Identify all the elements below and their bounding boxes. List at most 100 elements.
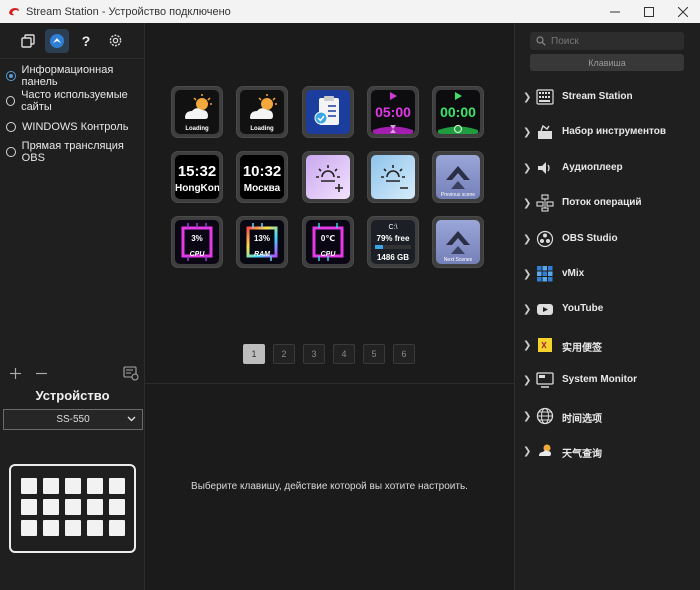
profile-item-sites[interactable]: Часто используемые сайты — [0, 89, 145, 115]
plugin-stream-station[interactable]: ❯ Stream Station — [515, 80, 700, 115]
key-caption: Loading — [185, 126, 209, 132]
plugin-audio-player[interactable]: ❯ Аудиоплеер — [515, 151, 700, 186]
chevron-right-icon: ❯ — [523, 92, 532, 103]
device-key[interactable] — [65, 478, 81, 494]
profile-settings-button[interactable] — [120, 361, 142, 385]
device-preview — [9, 464, 136, 553]
device-key[interactable] — [87, 478, 103, 494]
disk-usage-fill — [375, 245, 383, 249]
weather-icon — [539, 444, 551, 456]
key-caption: Loading — [250, 126, 274, 132]
plugin-label: 天气查询 — [562, 448, 602, 460]
device-title: Устройство — [35, 388, 110, 403]
title-bar: Stream Station - Устройство подключено — [0, 0, 700, 23]
device-key[interactable] — [43, 520, 59, 536]
device-key[interactable] — [109, 520, 125, 536]
plugin-label: Поток операций — [562, 197, 642, 209]
minimize-button[interactable] — [598, 0, 632, 23]
plugin-vmix[interactable]: ❯ vMix — [515, 257, 700, 292]
page-1-button[interactable]: 1 — [243, 344, 265, 364]
key-weather-2[interactable]: Loading — [236, 86, 288, 138]
plugin-obs-studio[interactable]: ❯ OBS Studio — [515, 222, 700, 257]
profile-label: WINDOWS Контроль — [22, 120, 129, 133]
device-logo-button[interactable] — [45, 28, 69, 53]
device-key[interactable] — [109, 478, 125, 494]
device-key[interactable] — [87, 520, 103, 536]
plugin-time-options[interactable]: ❯ 时间选项 — [515, 399, 700, 434]
plugin-toolbox[interactable]: ❯ Набор инструментов — [515, 115, 700, 150]
profile-item-windows[interactable]: WINDOWS Контроль — [0, 114, 145, 140]
maximize-button[interactable] — [632, 0, 666, 23]
page-5-button[interactable]: 5 — [363, 344, 385, 364]
profile-item-obs[interactable]: Прямая трансляция OBS — [0, 140, 145, 166]
device-select[interactable]: SS-550 — [3, 409, 143, 430]
cpu-label: CPU — [320, 251, 336, 258]
search-input[interactable]: Поиск — [530, 32, 684, 50]
radio[interactable] — [6, 147, 16, 158]
device-key[interactable] — [109, 499, 125, 515]
speaker-icon — [538, 161, 550, 174]
add-profile-button[interactable] — [4, 361, 26, 385]
plugin-label: 时间选项 — [562, 413, 602, 425]
key-clipboard[interactable] — [302, 86, 354, 138]
device-key[interactable] — [21, 499, 37, 515]
device-key[interactable] — [65, 499, 81, 515]
chevron-right-icon: ❯ — [523, 375, 532, 387]
key-brightness-down[interactable] — [367, 151, 419, 203]
vmix-icon — [537, 265, 553, 282]
globe-icon — [536, 407, 554, 424]
key-clock-moscow[interactable]: 10:32 Москва — [236, 151, 288, 203]
search-icon — [536, 36, 546, 46]
tab-key[interactable]: Клавиша — [530, 54, 684, 71]
close-button[interactable] — [666, 0, 700, 23]
page-4-button[interactable]: 4 — [333, 344, 355, 364]
device-key[interactable] — [43, 499, 59, 515]
obs-icon — [536, 230, 554, 247]
profile-label: Прямая трансляция OBS — [21, 140, 124, 165]
key-clock-hongkong[interactable]: 15:32 HongKong — [171, 151, 223, 203]
key-disk[interactable]: C:\ 79% free 1486 GB — [367, 216, 419, 268]
layers-button[interactable] — [16, 29, 40, 53]
chevron-right-icon: ❯ — [523, 339, 532, 351]
remove-profile-button[interactable] — [30, 361, 52, 385]
device-key[interactable] — [65, 520, 81, 536]
plugin-youtube[interactable]: ❯ YouTube — [515, 292, 700, 327]
plugin-sticky-notes[interactable]: ❯ 实用便签 — [515, 328, 700, 363]
page-2-button[interactable]: 2 — [273, 344, 295, 364]
device-key[interactable] — [43, 478, 59, 494]
plugin-label: OBS Studio — [562, 232, 618, 244]
plugin-weather[interactable]: ❯ 天气查询 — [515, 434, 700, 469]
page-3-button[interactable]: 3 — [303, 344, 325, 364]
profile-label: Часто используемые сайты — [21, 89, 128, 114]
key-weather-1[interactable]: Loading — [171, 86, 223, 138]
toolbox-icon — [538, 125, 552, 140]
device-key[interactable] — [87, 499, 103, 515]
ram-label: RAM — [254, 251, 270, 258]
key-previous-scene[interactable]: Previous scene — [432, 151, 484, 203]
key-cpu-usage[interactable]: 3% CPU — [171, 216, 223, 268]
clipboard-icon — [314, 96, 339, 125]
sticky-note-icon — [538, 337, 552, 352]
key-timer[interactable]: 00:00 — [432, 86, 484, 138]
settings-button[interactable] — [103, 29, 127, 53]
profile-item-dashboard[interactable]: Информационная панель — [0, 63, 145, 89]
key-next-scene[interactable]: Next Scenes — [432, 216, 484, 268]
device-key[interactable] — [21, 520, 37, 536]
key-countdown[interactable]: 05:00 — [367, 86, 419, 138]
plugin-workflow[interactable]: ❯ Поток операций — [515, 186, 700, 221]
clock-city: Москва — [243, 183, 281, 194]
plugin-system-monitor[interactable]: ❯ System Monitor — [515, 363, 700, 398]
chevron-right-icon: ❯ — [523, 304, 532, 316]
device-key[interactable] — [21, 478, 37, 494]
key-ram-usage[interactable]: 13% RAM — [236, 216, 288, 268]
help-button[interactable]: ? — [74, 29, 98, 53]
key-editor: Loading Loading 05:00 00:00 15:32 HongKo… — [145, 23, 514, 590]
radio[interactable] — [6, 96, 16, 107]
key-cpu-temp[interactable]: 0℃ CPU — [302, 216, 354, 268]
disk-size: 1486 GB — [376, 253, 410, 262]
radio[interactable] — [6, 121, 16, 132]
window-title: Stream Station - Устройство подключено — [26, 5, 231, 18]
key-brightness-up[interactable] — [302, 151, 354, 203]
radio-selected[interactable] — [6, 70, 16, 81]
page-6-button[interactable]: 6 — [393, 344, 415, 364]
